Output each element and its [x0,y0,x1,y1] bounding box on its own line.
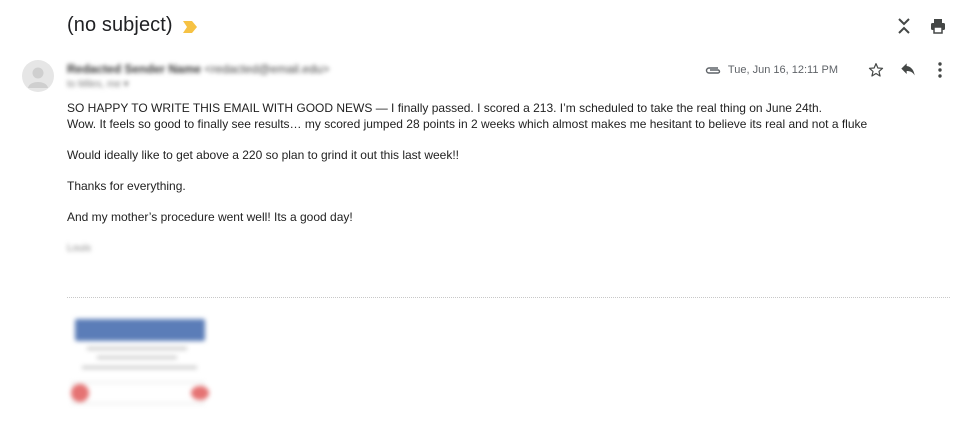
collapse-all-icon[interactable] [894,16,914,36]
attachment-thumbnail[interactable] [67,314,212,409]
body-line: SO HAPPY TO WRITE THIS EMAIL WITH GOOD N… [67,101,822,115]
body-line: Would ideally like to get above a 220 so… [67,148,460,162]
signature: Louis [67,243,91,254]
sender-name: Redacted Sender Name [67,62,202,76]
body-line: Thanks for everything. [67,179,186,193]
avatar-icon[interactable] [22,60,54,92]
body-line: And my mother’s procedure went well! Its… [67,210,353,224]
message-date: Tue, Jun 16, 12:11 PM [727,64,838,76]
attachment-text-line [82,366,197,369]
attachment-box [72,382,204,404]
paperclip-icon [704,62,722,78]
sender-line[interactable]: Redacted Sender Name <redacted@email.edu… [67,62,329,76]
star-icon[interactable] [866,60,886,80]
print-icon[interactable] [928,16,948,36]
reply-icon[interactable] [898,60,918,80]
attachment-red-mark [71,384,89,402]
attachment-red-mark [191,386,209,400]
attachment-text-line [97,356,177,359]
email-subject: (no subject) [67,14,173,36]
importance-marker-icon[interactable] [182,20,197,33]
attachment-header-bar [75,319,205,341]
subject-row: (no subject) [67,14,197,37]
sender-email: <redacted@email.edu> [204,62,330,76]
more-vert-icon[interactable] [930,60,950,80]
thread-actions [894,16,948,36]
attachment-text-line [87,347,187,350]
message-body: SO HAPPY TO WRITE THIS EMAIL WITH GOOD N… [67,100,937,257]
recipient-text: to Miles, me [67,79,121,90]
recipient-line[interactable]: to Miles, me ▾ [67,79,129,90]
body-line: Wow. It feels so good to finally see res… [67,117,868,131]
message-meta: Tue, Jun 16, 12:11 PM [704,60,950,80]
attachments-divider [67,297,950,298]
